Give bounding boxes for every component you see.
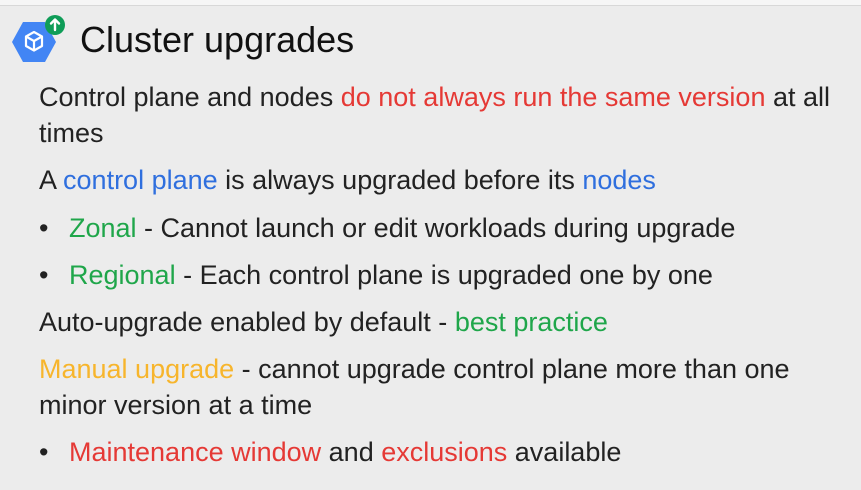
paragraph-upgrade-order: A control plane is always upgraded befor… bbox=[39, 162, 849, 198]
highlight-blue: nodes bbox=[582, 165, 656, 195]
text-segment: - Cannot launch or edit workloads during… bbox=[136, 213, 736, 243]
bullet-maintenance: • Maintenance window and exclusions avail… bbox=[39, 434, 849, 470]
highlight-red: do not always run the same version bbox=[340, 82, 766, 112]
text-segment: available bbox=[507, 437, 622, 467]
text-segment: Auto-upgrade enabled by default - bbox=[39, 307, 455, 337]
highlight-yellow: Manual upgrade bbox=[39, 354, 235, 384]
gke-hexagon-icon bbox=[10, 14, 66, 66]
highlight-red: exclusions bbox=[381, 437, 508, 467]
top-edge bbox=[0, 0, 861, 6]
bullet-regional: • Regional - Each control plane is upgrad… bbox=[39, 257, 849, 293]
title-row: Cluster upgrades bbox=[10, 14, 354, 66]
highlight-blue: control plane bbox=[63, 165, 218, 195]
text-segment: Control plane and nodes bbox=[39, 82, 341, 112]
highlight-green: best practice bbox=[454, 307, 608, 337]
text-segment: - Each control plane is upgraded one by … bbox=[175, 260, 713, 290]
bullet-dot: • bbox=[39, 213, 49, 243]
text-segment: and bbox=[321, 437, 382, 467]
paragraph-version-skew: Control plane and nodes do not always ru… bbox=[39, 79, 849, 151]
highlight-red: Maintenance window bbox=[69, 437, 322, 467]
text-segment: is always upgraded before its bbox=[217, 165, 583, 195]
paragraph-manual-upgrade: Manual upgrade - cannot upgrade control … bbox=[39, 351, 849, 423]
arrow-up-icon bbox=[45, 15, 65, 35]
bullet-dot: • bbox=[39, 260, 49, 290]
highlight-green: Regional bbox=[69, 260, 176, 290]
slide-content: Control plane and nodes do not always ru… bbox=[39, 79, 849, 481]
text-segment: A bbox=[39, 165, 64, 195]
bullet-dot: • bbox=[39, 437, 49, 467]
bullet-zonal: • Zonal - Cannot launch or edit workloads… bbox=[39, 210, 849, 246]
page-title: Cluster upgrades bbox=[80, 19, 355, 60]
paragraph-auto-upgrade: Auto-upgrade enabled by default - best p… bbox=[39, 304, 849, 340]
highlight-green: Zonal bbox=[69, 213, 137, 243]
